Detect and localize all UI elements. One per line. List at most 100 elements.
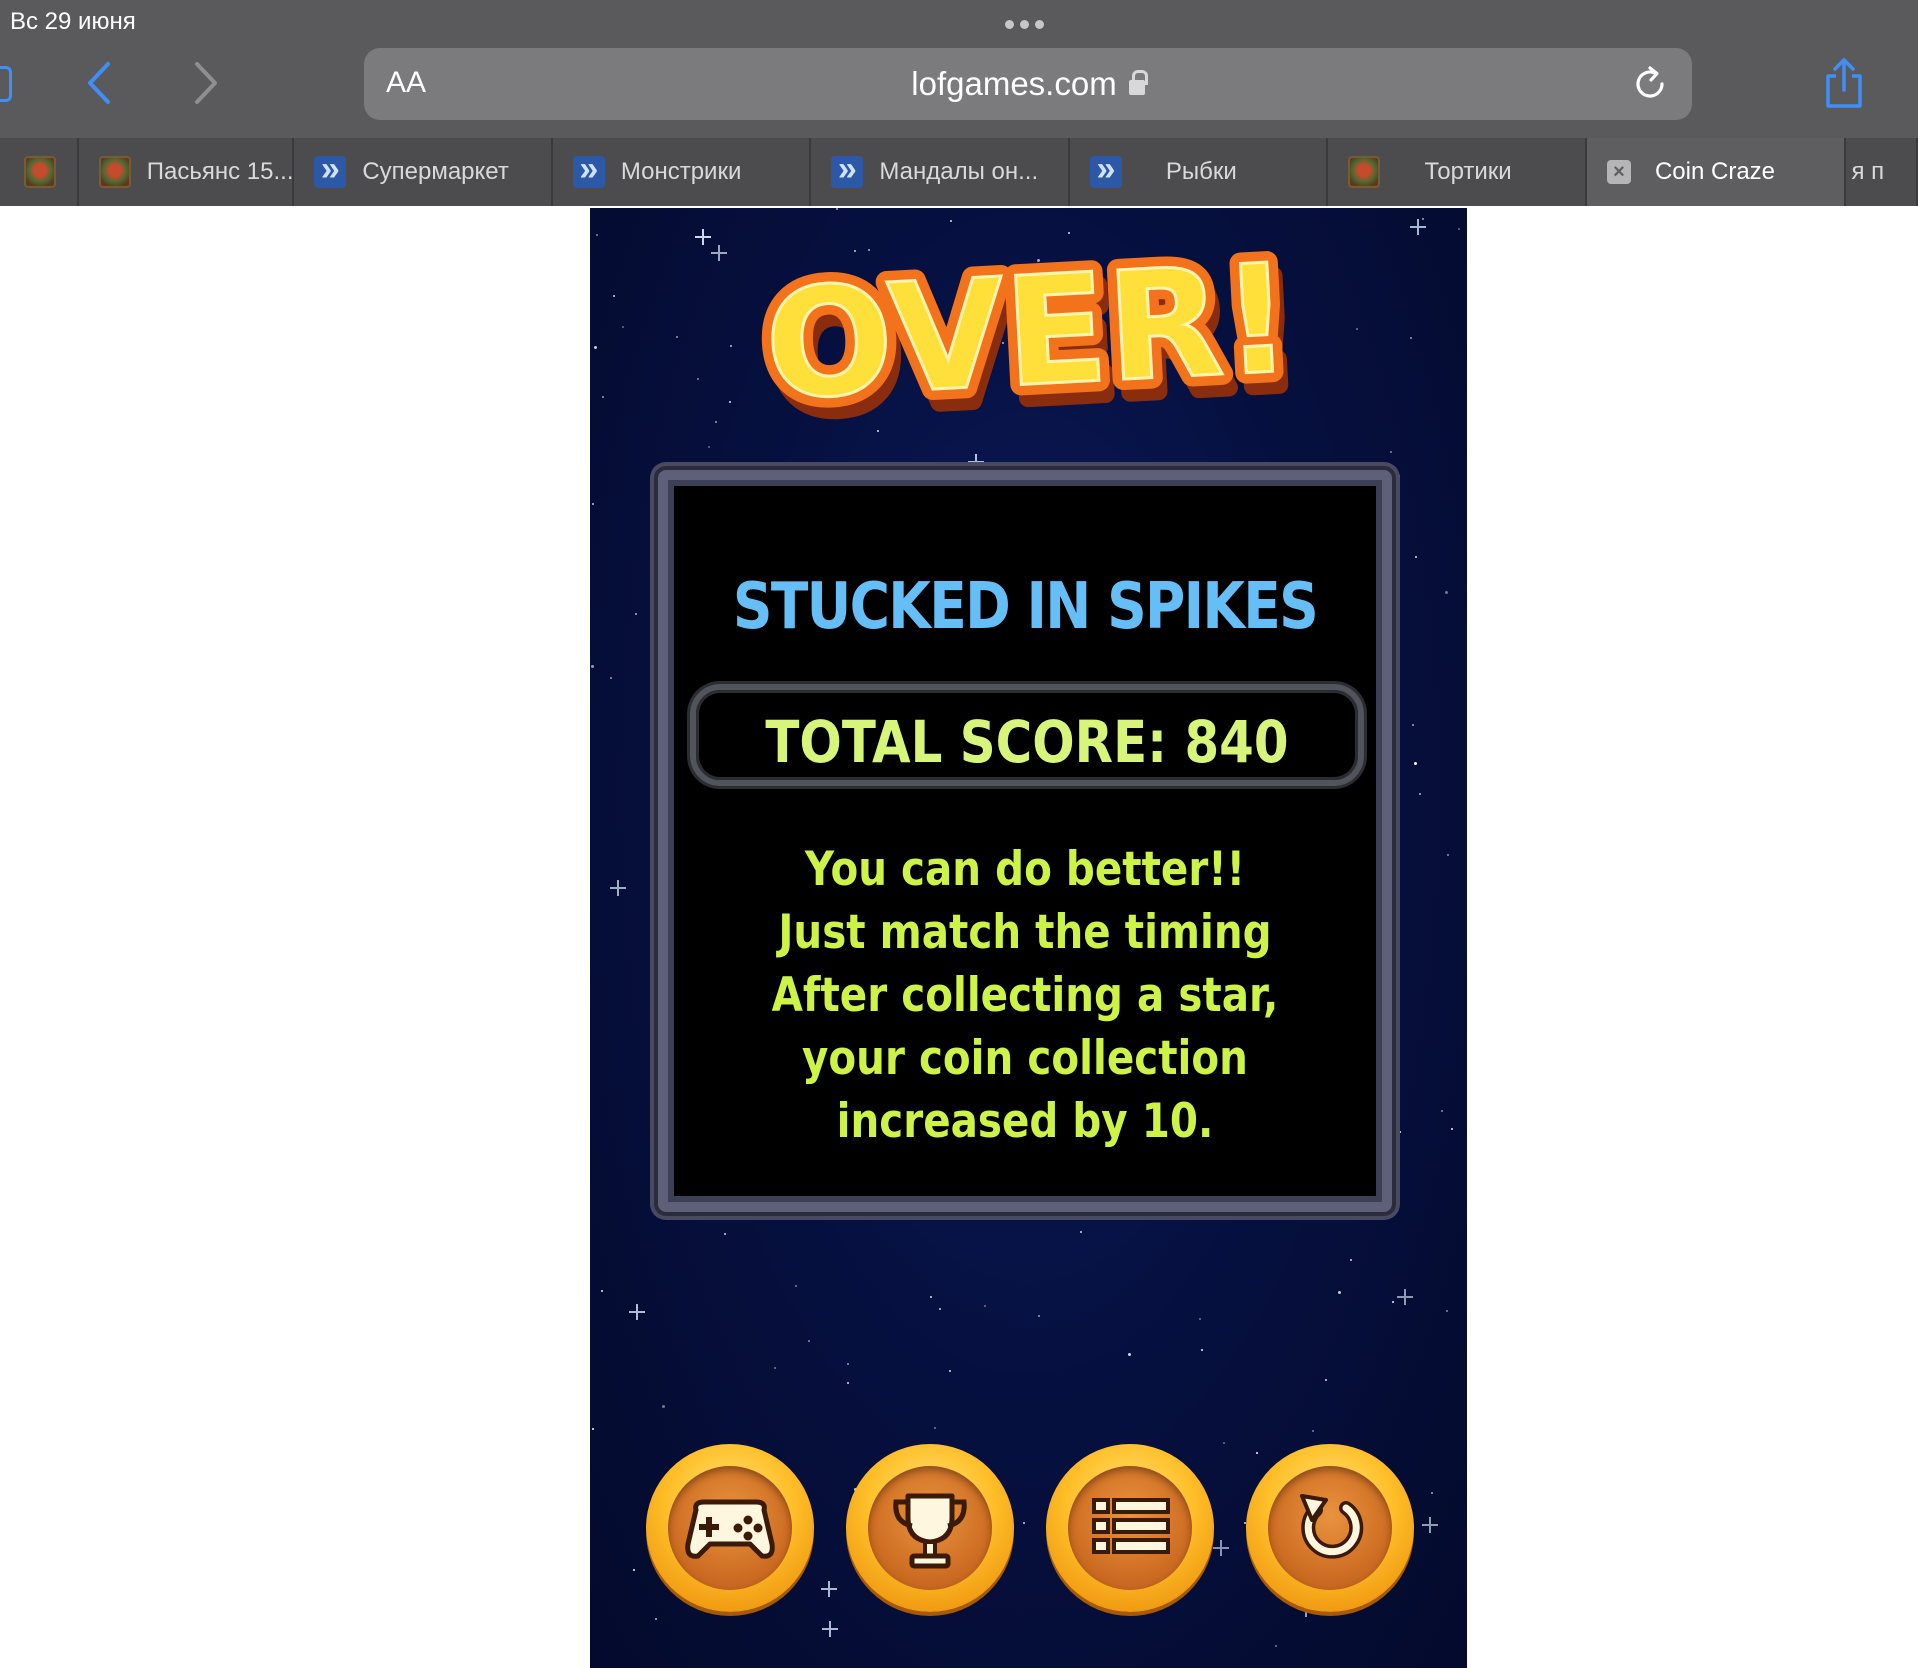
share-icon[interactable] [1822,56,1866,110]
address-bar[interactable]: AA lofgames.com [364,48,1692,120]
star-dot [934,1427,936,1429]
gamepad-icon [685,1499,775,1559]
game-thumbnail-icon [98,156,131,188]
star-dot [1446,1310,1448,1312]
tab-bar: Пасьянс 15... Супермаркет Монстрики Манд… [0,138,1918,206]
forward-icon[interactable] [185,58,225,108]
action-buttons [646,1444,1416,1614]
blue-arrows-icon [831,150,864,189]
close-icon[interactable]: × [1606,160,1631,184]
star-dot [847,1363,849,1365]
blue-arrows-icon [314,150,347,189]
result-heading: STUCKED IN SPIKES [732,570,1319,644]
tab-label: Монстрики [620,158,742,185]
star-dot [708,446,710,448]
blue-arrows-icon [572,150,605,189]
tab-monsters[interactable]: Монстрики [552,138,812,206]
blue-arrows-icon [1089,150,1122,189]
star-dot [1201,1349,1203,1351]
star-dot [601,1290,603,1292]
total-score: TOTAL SCORE: 840 [765,708,1289,776]
star-dot [836,208,838,210]
sidebar-icon[interactable] [0,66,12,102]
star-dot [1128,1353,1131,1356]
star-dot [847,1382,849,1384]
tip-message: You can do better!! Just match the timin… [718,838,1332,1153]
sparkle-star [968,454,984,470]
star-dot [949,1370,951,1372]
star-dot [1451,1128,1453,1130]
tab-label: Тортики [1424,158,1512,185]
tab-label: я п [1851,158,1885,185]
trophy-icon [893,1493,967,1569]
tab-coin-craze[interactable]: × Coin Craze [1586,138,1846,206]
sparkle-star [822,1621,838,1637]
star-dot [1414,762,1417,765]
star-dot [1431,1492,1433,1494]
menu-button[interactable] [1046,1444,1214,1612]
star-dot [635,613,637,615]
more-games-button[interactable] [646,1444,814,1612]
message-line: You can do better!! [804,842,1246,897]
star-dot [1275,1645,1277,1647]
star-dot [1338,1291,1341,1294]
star-dot [592,1428,594,1430]
star-dot [1325,1379,1327,1381]
browser-chrome: Вс 29 июня AA lofgames.com Пасьянс 15...… [0,0,1918,206]
more-dots-icon[interactable] [1005,20,1044,29]
tab-partial[interactable]: я п [1845,138,1918,206]
url-label: lofgames.com [911,65,1117,102]
star-dot [808,1340,810,1342]
star-dot [724,1233,726,1235]
star-dot [1398,475,1400,477]
star-dot [1415,556,1417,558]
star-dot [633,1569,635,1571]
sparkle-star [1422,1517,1438,1533]
leaderboard-button[interactable] [846,1444,1014,1612]
reload-icon[interactable] [1630,64,1670,104]
lock-icon [1128,70,1148,95]
star-dot [662,1405,665,1408]
tab-cakes[interactable]: Тортики [1328,138,1587,206]
star-dot [774,1367,776,1369]
star-dot [1419,793,1421,795]
star-dot [610,677,612,679]
sparkle-star [1397,1289,1413,1305]
message-line: increased by 10. [836,1094,1214,1149]
tab-solitaire[interactable]: Пасьянс 15... [78,138,295,206]
sparkle-star [610,880,626,896]
tab-game[interactable] [0,138,79,206]
star-dot [1038,1315,1040,1317]
tab-label: Пасьянс 15... [146,158,294,185]
tab-label: Мандалы он... [879,158,1039,185]
tab-label: Рыбки [1165,158,1237,185]
star-dot [1390,451,1392,453]
tab-label: Coin Craze [1654,158,1776,185]
star-dot [1445,591,1448,594]
star-dot [1350,1259,1352,1261]
title-text: OVER! [761,232,1295,433]
result-panel: STUCKED IN SPIKES TOTAL SCORE: 840 You c… [654,466,1396,1216]
star-dot [1447,854,1449,856]
star-dot [1312,1430,1314,1432]
star-dot [1399,1131,1401,1133]
star-dot [1199,1318,1201,1320]
url-text[interactable]: lofgames.com [364,65,1692,103]
restart-button[interactable] [1246,1444,1414,1612]
tab-label: Супермаркет [362,158,509,185]
status-date: Вс 29 июня [10,8,136,35]
tab-mandalas[interactable]: Мандалы он... [811,138,1070,206]
game-thumbnail-icon [1348,156,1381,188]
star-dot [655,1618,657,1620]
star-dot [1392,1301,1394,1303]
star-dot [1080,1231,1082,1233]
tab-supermarket[interactable]: Супермаркет [294,138,553,206]
game-canvas[interactable]: OVER! OVER! OVER! STUCKED IN SPIKES TOTA… [590,208,1467,1668]
tab-fish[interactable]: Рыбки [1069,138,1329,206]
game-thumbnail-icon [24,156,56,188]
star-dot [939,1308,941,1310]
message-line: Just match the timing [778,905,1272,960]
back-icon[interactable] [80,58,120,108]
score-box: TOTAL SCORE: 840 [690,684,1364,786]
message-line: your coin collection [802,1031,1248,1086]
